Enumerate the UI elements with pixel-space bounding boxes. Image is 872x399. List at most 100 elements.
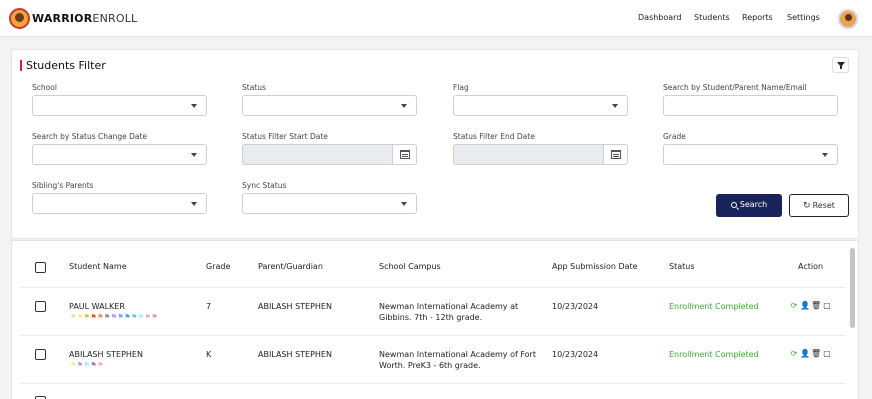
flag-label: Flag bbox=[453, 83, 469, 92]
trash-icon[interactable]: 🗑 bbox=[811, 349, 821, 358]
parent-name: ABILASH STEPHEN bbox=[258, 350, 332, 359]
calendar-button[interactable] bbox=[392, 145, 416, 164]
flag-icon: ⚑ bbox=[103, 313, 110, 321]
school-label: School bbox=[32, 83, 57, 92]
brand-bold: WARRIOR bbox=[32, 12, 93, 25]
notes-icon[interactable]: ▢ bbox=[822, 301, 832, 310]
header-submission-date[interactable]: App Submission Date bbox=[552, 262, 638, 271]
flag-icon: ⚑ bbox=[151, 313, 158, 321]
flag-icon: ⚑ bbox=[110, 313, 117, 321]
filter-toggle-icon[interactable] bbox=[832, 57, 849, 73]
select-all-checkbox[interactable] bbox=[35, 262, 46, 273]
flag-icon: ⚑ bbox=[70, 361, 76, 369]
calendar-icon bbox=[400, 150, 410, 159]
end-date-input[interactable] bbox=[453, 144, 628, 165]
end-date-label: Status Filter End Date bbox=[453, 132, 535, 141]
reset-button-label: Reset bbox=[812, 201, 835, 210]
status-text: Enrollment Completed bbox=[669, 350, 759, 359]
school-select[interactable] bbox=[32, 95, 207, 116]
filter-title: Students Filter bbox=[26, 59, 106, 72]
trash-icon[interactable]: 🗑 bbox=[811, 301, 821, 310]
header-parent[interactable]: Parent/Guardian bbox=[258, 262, 323, 271]
nav-students[interactable]: Students bbox=[694, 13, 730, 22]
status-text: Enrollment Completed bbox=[669, 302, 759, 311]
notes-icon[interactable]: ▢ bbox=[822, 349, 832, 358]
brand-light: ENROLL bbox=[92, 12, 138, 25]
row-actions: ⟳ 👤🗑 ▢ bbox=[789, 349, 833, 358]
search-button-label: Search bbox=[739, 200, 768, 209]
warriorenroll-logo[interactable] bbox=[9, 8, 30, 29]
grade-label: Grade bbox=[663, 132, 686, 141]
sync-status-label: Sync Status bbox=[242, 181, 287, 190]
search-name-input[interactable] bbox=[663, 95, 838, 116]
row-checkbox[interactable] bbox=[35, 301, 46, 312]
submission-date: 10/23/2024 bbox=[552, 350, 599, 359]
nav-reports[interactable]: Reports bbox=[742, 13, 773, 22]
sync-status-select[interactable] bbox=[242, 193, 417, 214]
flag-icon: ⚑ bbox=[83, 313, 90, 321]
table-scrollbar[interactable] bbox=[850, 248, 855, 328]
flag-icon: ⚑ bbox=[137, 313, 144, 321]
calendar-button[interactable] bbox=[603, 145, 627, 164]
start-date-input[interactable] bbox=[242, 144, 417, 165]
header-action: Action bbox=[798, 262, 824, 271]
chevron-down-icon bbox=[191, 202, 197, 206]
flag-icon: ⚑ bbox=[124, 313, 131, 321]
user-icon[interactable]: 👤 bbox=[800, 349, 810, 358]
status-label: Status bbox=[242, 83, 266, 92]
chevron-down-icon bbox=[191, 104, 197, 108]
sync-icon[interactable]: ⟳ bbox=[789, 301, 799, 310]
school-campus: Newman International Academy at Gibbins.… bbox=[379, 302, 519, 322]
start-date-label: Status Filter Start Date bbox=[242, 132, 328, 141]
grade-select[interactable] bbox=[663, 144, 838, 165]
title-accent-bar bbox=[20, 60, 22, 71]
row-checkbox[interactable] bbox=[35, 349, 46, 360]
refresh-icon: ↻ bbox=[803, 201, 811, 211]
header-campus[interactable]: School Campus bbox=[379, 262, 441, 271]
brand-name[interactable]: WARRIORENROLL bbox=[32, 12, 137, 25]
flag-icon: ⚑ bbox=[90, 361, 97, 369]
chevron-down-icon bbox=[822, 153, 828, 157]
status-change-date-label: Search by Status Change Date bbox=[32, 132, 148, 141]
siblings-select[interactable] bbox=[32, 193, 207, 214]
row-divider bbox=[20, 335, 846, 336]
flag-list: ⚑⚑⚑⚑⚑ bbox=[70, 361, 104, 369]
flag-icon: ⚑ bbox=[97, 361, 103, 369]
student-grade: 7 bbox=[206, 302, 212, 311]
flag-list: ⚑⚑⚑⚑⚑⚑⚑⚑⚑⚑⚑⚑⚑ bbox=[70, 313, 158, 321]
search-icon bbox=[730, 202, 737, 208]
status-change-date-select[interactable] bbox=[32, 144, 207, 165]
search-name-label: Search by Student/Parent Name/Email bbox=[663, 83, 807, 92]
sync-icon[interactable]: ⟳ bbox=[789, 349, 799, 358]
chevron-down-icon bbox=[401, 202, 407, 206]
chevron-down-icon bbox=[401, 104, 407, 108]
chevron-down-icon bbox=[612, 104, 618, 108]
user-avatar[interactable] bbox=[838, 9, 858, 29]
flag-icon: ⚑ bbox=[76, 313, 83, 321]
header-student-name[interactable]: Student Name bbox=[69, 262, 127, 271]
row-actions: ⟳ 👤🗑 ▢ bbox=[789, 301, 833, 310]
header-status[interactable]: Status bbox=[669, 262, 695, 271]
search-button[interactable]: Search bbox=[716, 194, 782, 217]
flag-select[interactable] bbox=[453, 95, 628, 116]
header-grade[interactable]: Grade bbox=[206, 262, 230, 271]
flag-icon: ⚑ bbox=[117, 313, 124, 321]
flag-icon: ⚑ bbox=[131, 313, 137, 321]
flag-icon: ⚑ bbox=[144, 313, 151, 321]
parent-name: ABILASH STEPHEN bbox=[258, 302, 332, 311]
submission-date: 10/23/2024 bbox=[552, 302, 599, 311]
user-icon[interactable]: 👤 bbox=[800, 301, 810, 310]
reset-button[interactable]: ↻ Reset bbox=[789, 194, 849, 217]
status-select[interactable] bbox=[242, 95, 417, 116]
flag-icon: ⚑ bbox=[83, 361, 90, 369]
calendar-icon bbox=[611, 150, 621, 159]
flag-icon: ⚑ bbox=[90, 313, 97, 321]
student-name[interactable]: PAUL WALKER bbox=[69, 301, 125, 312]
row-divider bbox=[20, 287, 846, 288]
row-divider bbox=[20, 383, 846, 384]
student-name[interactable]: ABILASH STEPHEN bbox=[69, 349, 143, 360]
flag-icon: ⚑ bbox=[70, 313, 76, 321]
nav-settings[interactable]: Settings bbox=[787, 13, 820, 22]
student-grade: K bbox=[206, 350, 212, 359]
nav-dashboard[interactable]: Dashboard bbox=[638, 13, 681, 22]
